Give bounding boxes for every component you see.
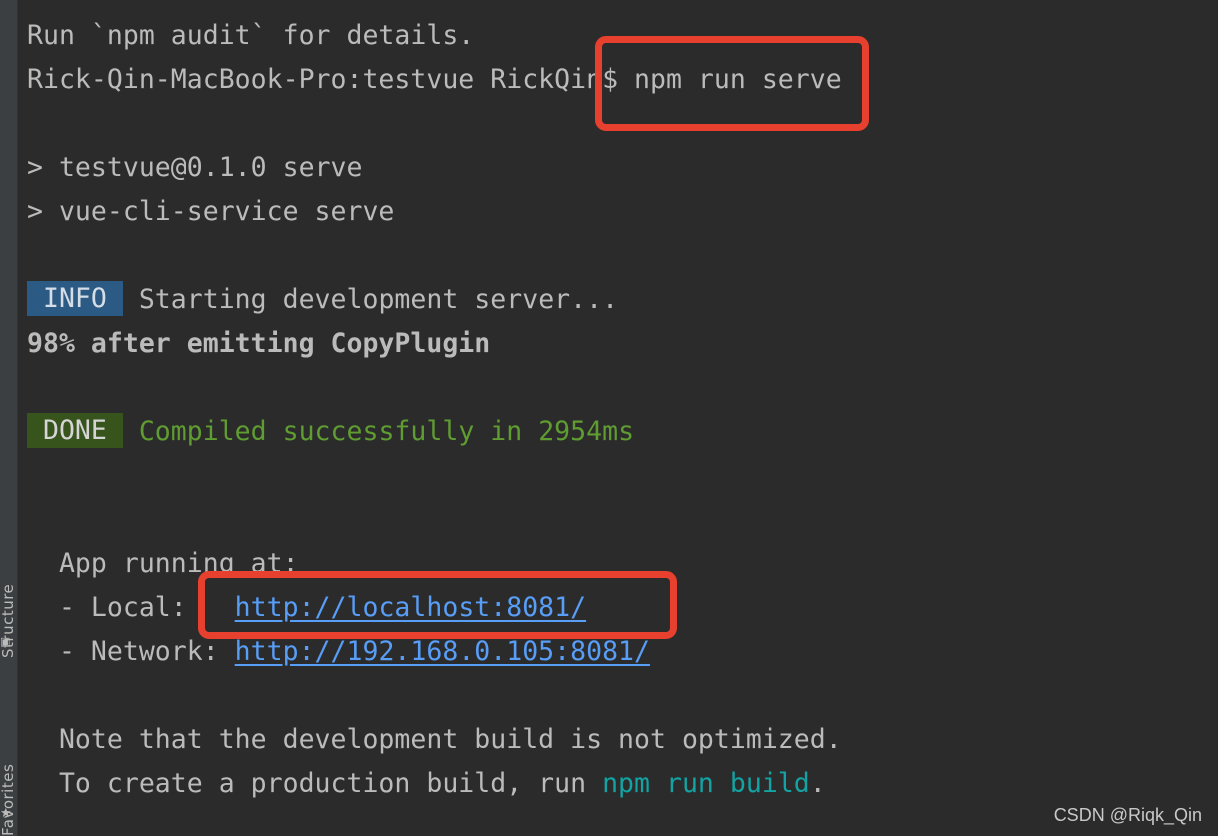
network-url-link[interactable]: http://192.168.0.105:8081/ [235, 636, 650, 667]
script-command-line: > vue-cli-service serve [27, 196, 395, 227]
build-prefix: To create a production build, run [27, 768, 603, 799]
done-text: Compiled successfully in 2954ms [122, 416, 635, 447]
structure-icon: ▣ [0, 635, 11, 648]
watermark: CSDN @Riqk_Qin [1053, 805, 1202, 825]
done-line: DONE Compiled successfully in 2954ms [27, 410, 1218, 454]
note-line: Note that the development build is not o… [27, 724, 842, 755]
terminal-window: Structure ▣ Favorites ★ Run `npm audit` … [0, 0, 1218, 836]
terminal-output[interactable]: Run `npm audit` for details. Rick-Qin-Ma… [27, 14, 1218, 806]
local-url-link[interactable]: http://localhost:8081/ [235, 592, 586, 623]
script-name-line: > testvue@0.1.0 serve [27, 152, 363, 183]
build-line: To create a production build, run npm ru… [27, 762, 1218, 806]
tool-window-strip: Structure ▣ Favorites ★ [0, 0, 18, 836]
info-badge: INFO [27, 281, 123, 316]
info-text: Starting development server... [122, 284, 619, 315]
typed-command: npm run serve [634, 64, 842, 95]
audit-line: Run `npm audit` for details. [27, 20, 475, 51]
command-line: Rick-Qin-MacBook-Pro:testvue RickQin$ np… [27, 58, 1218, 102]
star-icon: ★ [0, 806, 12, 821]
done-badge: DONE [27, 413, 123, 448]
local-line: - Local: http://localhost:8081/ [27, 586, 1218, 630]
local-label: - Local: [27, 592, 235, 623]
progress-line: 98% after emitting CopyPlugin [27, 328, 491, 359]
app-running-line: App running at: [27, 548, 299, 579]
build-command: npm run build [602, 768, 810, 799]
network-label: - Network: [27, 636, 235, 667]
build-suffix: . [809, 768, 826, 799]
network-line: - Network: http://192.168.0.105:8081/ [27, 630, 1218, 674]
info-line: INFO Starting development server... [27, 278, 1218, 322]
shell-prompt: Rick-Qin-MacBook-Pro:testvue RickQin$ [27, 64, 635, 95]
